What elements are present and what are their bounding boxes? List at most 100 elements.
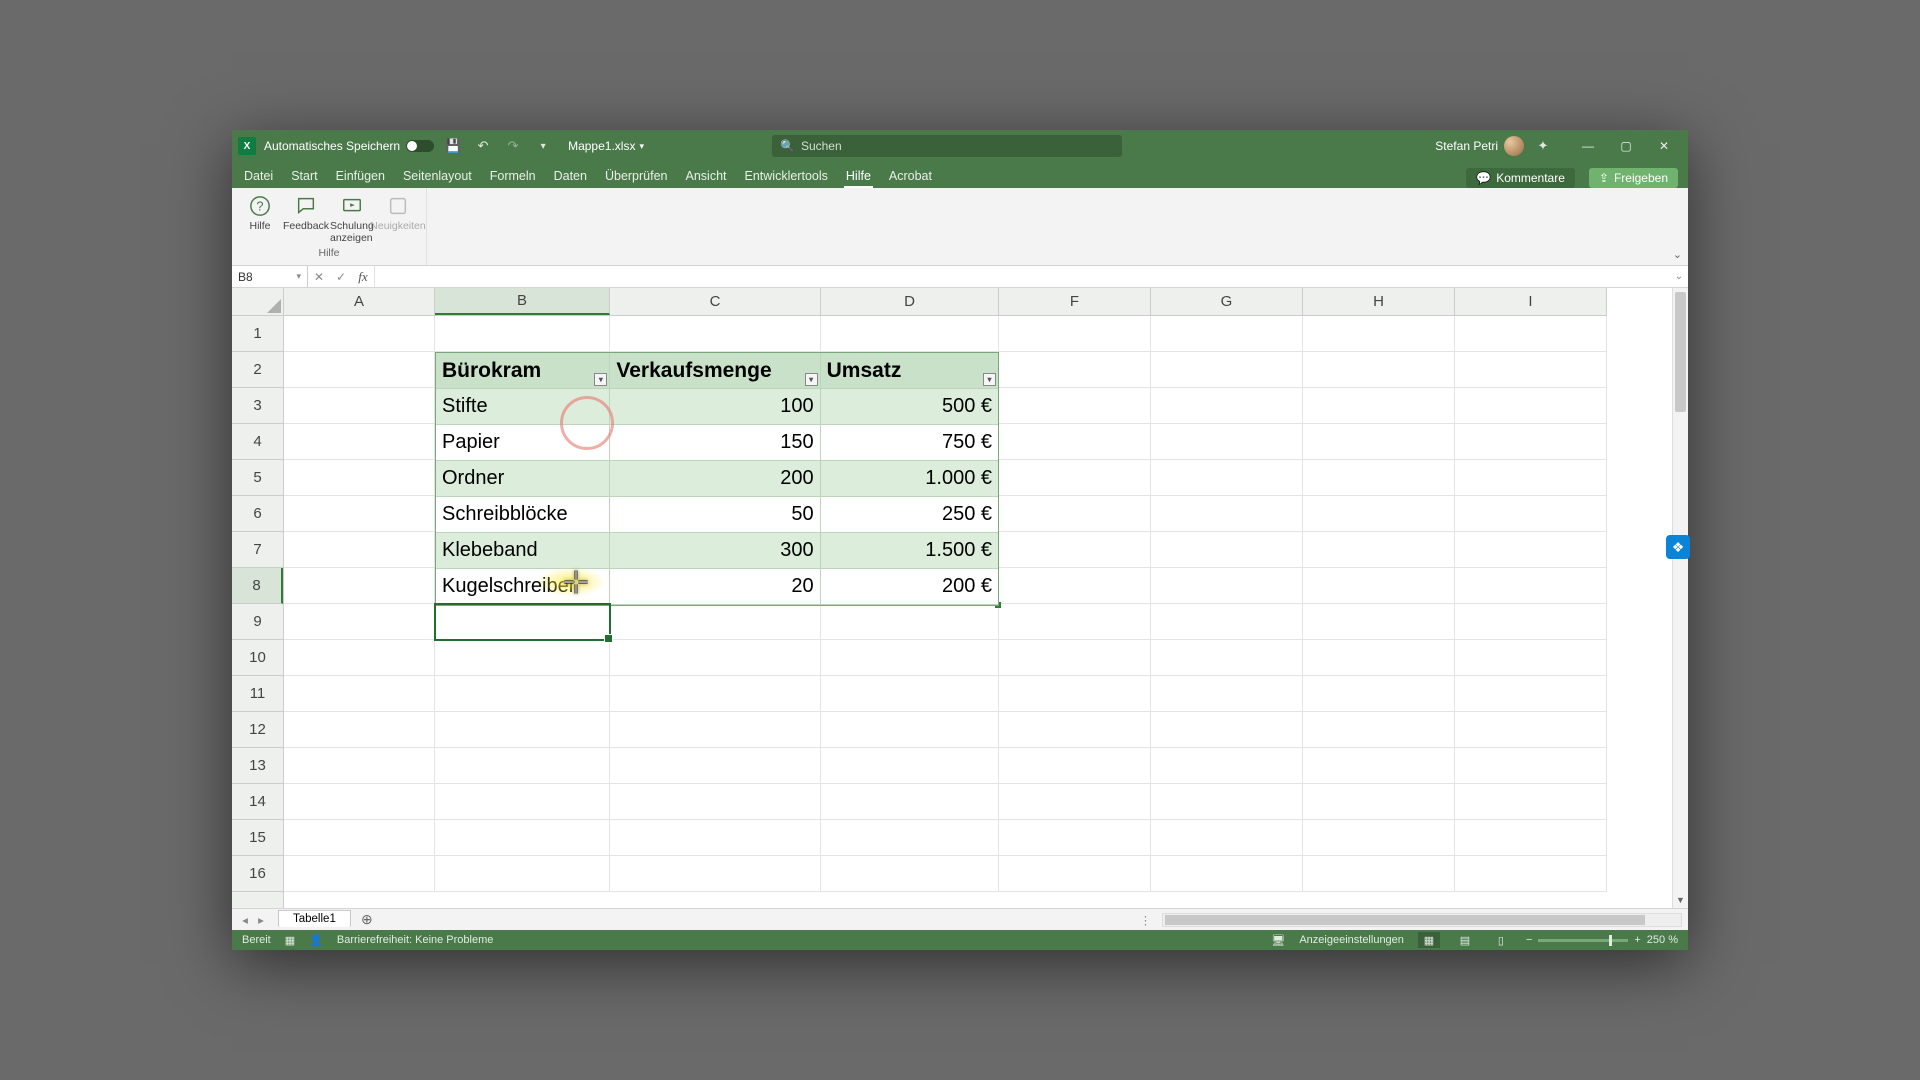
cell[interactable] bbox=[1455, 856, 1607, 892]
fx-icon[interactable]: fx bbox=[352, 269, 374, 285]
table-cell[interactable]: Papier bbox=[436, 425, 610, 461]
cell[interactable] bbox=[610, 712, 821, 748]
cell[interactable] bbox=[1455, 568, 1607, 604]
cell[interactable] bbox=[821, 604, 999, 640]
table-resize-handle[interactable] bbox=[993, 600, 1001, 608]
table-cell[interactable]: Stifte bbox=[436, 389, 610, 425]
cell[interactable] bbox=[1455, 676, 1607, 712]
cell[interactable] bbox=[1303, 604, 1455, 640]
cell[interactable] bbox=[1303, 748, 1455, 784]
cell[interactable] bbox=[1303, 460, 1455, 496]
cell[interactable] bbox=[1303, 856, 1455, 892]
table-cell[interactable]: 50 bbox=[610, 497, 820, 533]
zoom-value[interactable]: 250 % bbox=[1647, 934, 1678, 946]
display-settings-icon[interactable]: 🖥 bbox=[1271, 934, 1285, 947]
redo-icon[interactable]: ↷ bbox=[502, 135, 524, 157]
cell[interactable] bbox=[821, 820, 999, 856]
horizontal-scrollbar[interactable] bbox=[1162, 913, 1682, 927]
row-header-13[interactable]: 13 bbox=[232, 748, 283, 784]
tab-start[interactable]: Start bbox=[289, 165, 319, 188]
table-cell[interactable]: Klebeband bbox=[436, 533, 610, 569]
cell[interactable] bbox=[610, 604, 821, 640]
coming-soon-icon[interactable]: ✦ bbox=[1532, 135, 1554, 157]
cell[interactable] bbox=[610, 676, 821, 712]
macro-record-icon[interactable]: ▦ bbox=[285, 934, 295, 947]
cell[interactable] bbox=[435, 856, 610, 892]
cell[interactable] bbox=[284, 460, 435, 496]
cell[interactable] bbox=[610, 784, 821, 820]
side-badge-icon[interactable]: ❖ bbox=[1666, 535, 1690, 559]
add-sheet-button[interactable]: ⊕ bbox=[357, 911, 377, 928]
row-header-4[interactable]: 4 bbox=[232, 424, 283, 460]
cell[interactable] bbox=[1151, 856, 1303, 892]
toggle-off-icon[interactable] bbox=[406, 140, 434, 152]
scrollbar-thumb[interactable] bbox=[1165, 915, 1645, 925]
tab-überprüfen[interactable]: Überprüfen bbox=[603, 165, 670, 188]
cell[interactable] bbox=[1151, 604, 1303, 640]
vertical-scrollbar[interactable]: ▲ ▼ bbox=[1672, 288, 1688, 908]
cell[interactable] bbox=[1151, 316, 1303, 352]
cell[interactable] bbox=[1455, 460, 1607, 496]
cell[interactable] bbox=[1151, 460, 1303, 496]
table-cell[interactable]: 1.000 € bbox=[821, 461, 998, 497]
cell[interactable] bbox=[1455, 604, 1607, 640]
row-header-9[interactable]: 9 bbox=[232, 604, 283, 640]
name-box[interactable]: B8 ▾ bbox=[232, 266, 308, 287]
cell[interactable] bbox=[284, 424, 435, 460]
cell[interactable] bbox=[1151, 532, 1303, 568]
cell[interactable] bbox=[821, 640, 999, 676]
table-cell[interactable]: Ordner bbox=[436, 461, 610, 497]
table-cell[interactable]: 100 bbox=[610, 389, 820, 425]
cell[interactable] bbox=[284, 388, 435, 424]
cell[interactable] bbox=[1303, 820, 1455, 856]
cell[interactable] bbox=[284, 604, 435, 640]
table-cell[interactable]: 200 € bbox=[821, 569, 998, 605]
row-header-5[interactable]: 5 bbox=[232, 460, 283, 496]
cell[interactable] bbox=[284, 640, 435, 676]
cell[interactable] bbox=[999, 640, 1151, 676]
cell[interactable] bbox=[1303, 532, 1455, 568]
ribbon-hilfe[interactable]: ?Hilfe bbox=[238, 192, 282, 246]
row-header-14[interactable]: 14 bbox=[232, 784, 283, 820]
cell[interactable] bbox=[999, 856, 1151, 892]
cell[interactable] bbox=[284, 676, 435, 712]
cell[interactable] bbox=[284, 784, 435, 820]
cell[interactable] bbox=[999, 388, 1151, 424]
sheet-options-icon[interactable]: ⋮ bbox=[1136, 913, 1156, 927]
column-header-H[interactable]: H bbox=[1303, 288, 1455, 315]
tab-entwicklertools[interactable]: Entwicklertools bbox=[743, 165, 830, 188]
account-button[interactable]: Stefan Petri bbox=[1435, 136, 1524, 156]
formula-input[interactable] bbox=[375, 266, 1670, 287]
ribbon-schulung-anzeigen[interactable]: Schulung anzeigen bbox=[330, 192, 374, 246]
cell[interactable] bbox=[435, 748, 610, 784]
autosave-toggle[interactable]: Automatisches Speichern bbox=[264, 139, 434, 153]
share-button[interactable]: ⇪ Freigeben bbox=[1589, 168, 1678, 188]
row-header-6[interactable]: 6 bbox=[232, 496, 283, 532]
row-header-12[interactable]: 12 bbox=[232, 712, 283, 748]
tab-einfügen[interactable]: Einfügen bbox=[334, 165, 387, 188]
cell[interactable] bbox=[999, 820, 1151, 856]
cell[interactable] bbox=[610, 856, 821, 892]
table-cell[interactable]: 500 € bbox=[821, 389, 998, 425]
cell[interactable] bbox=[999, 784, 1151, 820]
row-headers[interactable]: 12345678910111213141516 bbox=[232, 316, 284, 908]
column-header-B[interactable]: B bbox=[435, 288, 610, 315]
cell[interactable] bbox=[1303, 568, 1455, 604]
cell[interactable] bbox=[1303, 712, 1455, 748]
cell[interactable] bbox=[610, 316, 821, 352]
cell[interactable] bbox=[1303, 316, 1455, 352]
cell[interactable] bbox=[435, 676, 610, 712]
cell[interactable] bbox=[821, 784, 999, 820]
table-cell[interactable]: 750 € bbox=[821, 425, 998, 461]
ribbon-feedback[interactable]: Feedback bbox=[284, 192, 328, 246]
column-header-C[interactable]: C bbox=[610, 288, 821, 315]
cell[interactable] bbox=[999, 316, 1151, 352]
tab-daten[interactable]: Daten bbox=[552, 165, 589, 188]
column-header-A[interactable]: A bbox=[284, 288, 435, 315]
cell[interactable] bbox=[999, 604, 1151, 640]
row-header-15[interactable]: 15 bbox=[232, 820, 283, 856]
table-cell[interactable]: 150 bbox=[610, 425, 820, 461]
cell[interactable] bbox=[610, 640, 821, 676]
column-headers[interactable]: ABCDFGHI bbox=[284, 288, 1607, 316]
table-header[interactable]: Bürokram▾ bbox=[436, 353, 610, 389]
